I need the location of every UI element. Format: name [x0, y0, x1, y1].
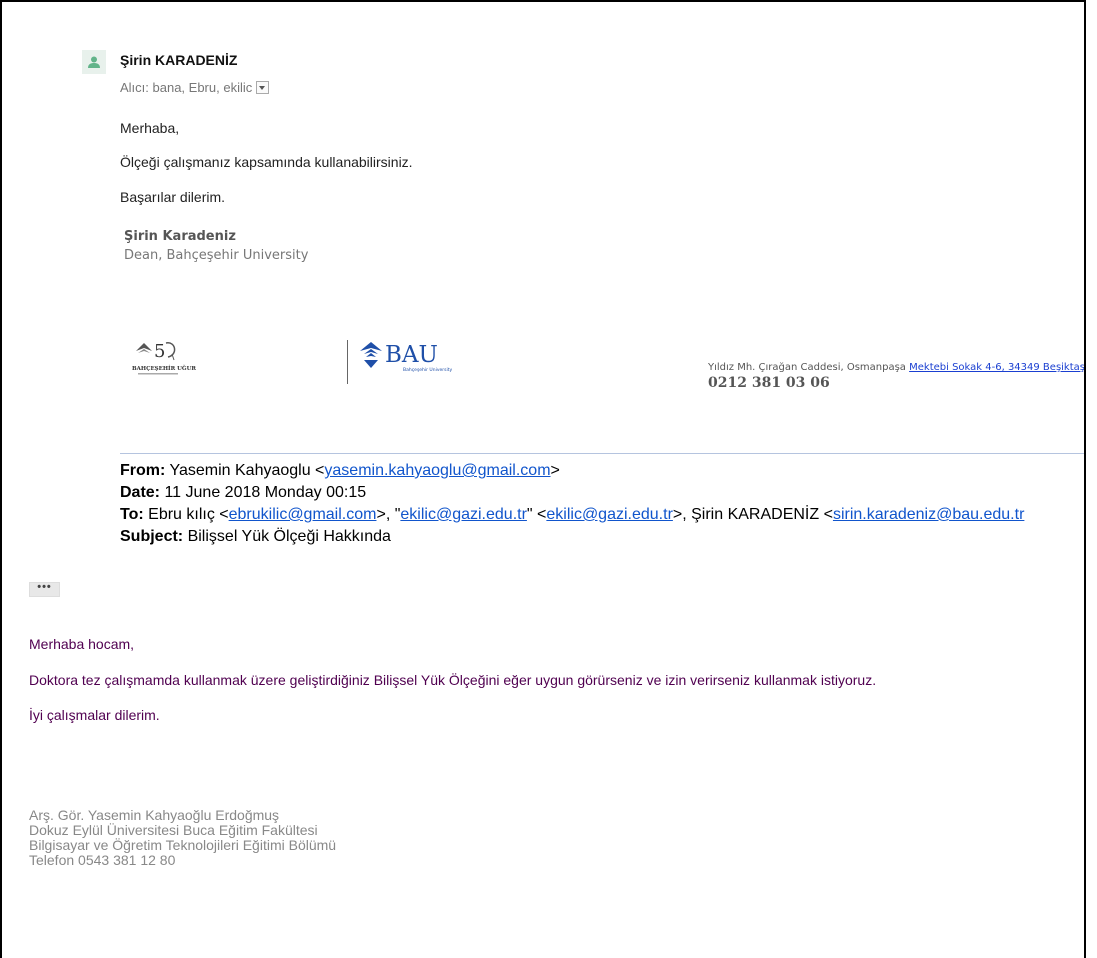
original-signature-line-3: Bilgisayar ve Öğretim Teknolojileri Eğit…: [29, 837, 337, 853]
original-greeting: Merhaba hocam,: [29, 636, 135, 652]
to-label: To:: [120, 506, 144, 523]
sender-name[interactable]: Şirin KARADENİZ: [120, 52, 237, 68]
date-label: Date:: [120, 484, 161, 501]
original-signature-line-1: Arş. Gör. Yasemin Kahyaoğlu Erdoğmuş: [29, 807, 280, 823]
forward-date: Date: 11 June 2018 Monday 00:15: [120, 484, 366, 502]
email-view: Şirin KARADENİZ Alıcı: bana, Ebru, ekili…: [0, 0, 1086, 958]
to-text-3: " <: [526, 506, 547, 523]
signature-name: Şirin Karadeniz: [124, 229, 236, 244]
from-label: From:: [120, 462, 166, 479]
forward-divider: [120, 453, 1084, 454]
from-email-link[interactable]: yasemin.kahyaoglu@gmail.com: [324, 462, 550, 479]
person-icon: [88, 56, 100, 68]
recipients-line: Alıcı: bana, Ebru, ekilic: [120, 80, 270, 95]
to-email-link-4[interactable]: sirin.karadeniz@bau.edu.tr: [833, 506, 1024, 523]
address-text: Yıldız Mh. Çırağan Caddesi, Osmanpaşa: [708, 362, 910, 373]
original-body: Doktora tez çalışmamda kullanmak üzere g…: [29, 672, 877, 688]
reply-closing: Başarılar dilerim.: [120, 189, 226, 205]
original-closing: İyi çalışmalar dilerim.: [29, 707, 160, 723]
date-value: 11 June 2018 Monday 00:15: [164, 484, 367, 501]
signature-role: Dean, Bahçeşehir University: [124, 248, 309, 263]
forward-subject: Subject: Bilişsel Yük Ölçeği Hakkında: [120, 528, 391, 546]
reply-line: Ölçeği çalışmanız kapsamında kullanabili…: [120, 154, 413, 170]
logo1-text: BAHÇEŞEHİR UĞUR: [132, 364, 196, 372]
forward-to: To: Ebru kılıç <ebrukilic@gmail.com>, "e…: [120, 506, 1024, 524]
avatar[interactable]: [82, 50, 106, 74]
reply-greeting: Merhaba,: [120, 120, 180, 136]
to-text-2: >, ": [376, 506, 401, 523]
logo-divider: [347, 340, 348, 384]
to-email-link-1[interactable]: ebrukilic@gmail.com: [229, 506, 377, 523]
bahcesehir-ugur-logo: 5 BAHÇEŞEHİR UĞUR: [132, 341, 196, 375]
logo2-subtext: Bahçeşehir University: [403, 367, 452, 373]
ellipsis-icon[interactable]: •••: [29, 582, 60, 597]
from-name: Yasemin Kahyaoglu <: [169, 462, 325, 479]
subject-value: Bilişsel Yük Ölçeği Hakkında: [187, 528, 391, 545]
phone-number: 0212 381 03 06: [708, 375, 830, 391]
svg-text:5: 5: [154, 341, 165, 362]
original-signature-line-2: Dokuz Eylül Üniversitesi Buca Eğitim Fak…: [29, 822, 318, 838]
to-email-link-3[interactable]: ekilic@gazi.edu.tr: [546, 506, 673, 523]
bau-logo: BAU Bahçeşehir University: [360, 342, 452, 373]
forward-from: From: Yasemin Kahyaoglu <yasemin.kahyaog…: [120, 462, 560, 480]
recipients-text: Alıcı: bana, Ebru, ekilic: [120, 80, 253, 95]
original-signature-line-4: Telefon 0543 381 12 80: [29, 852, 176, 868]
subject-label: Subject:: [120, 528, 184, 545]
logo2-text: BAU: [385, 342, 438, 368]
from-end: >: [550, 462, 560, 479]
chevron-down-icon[interactable]: [256, 81, 270, 94]
to-text-4: >, Şirin KARADENİZ <: [672, 506, 833, 523]
address-link[interactable]: Mektebi Sokak 4-6, 34349 Beşiktaş: [909, 362, 1084, 373]
to-email-link-2[interactable]: ekilic@gazi.edu.tr: [400, 506, 527, 523]
address: Yıldız Mh. Çırağan Caddesi, Osmanpaşa Me…: [708, 362, 1084, 373]
to-text-1: Ebru kılıç <: [148, 506, 229, 523]
